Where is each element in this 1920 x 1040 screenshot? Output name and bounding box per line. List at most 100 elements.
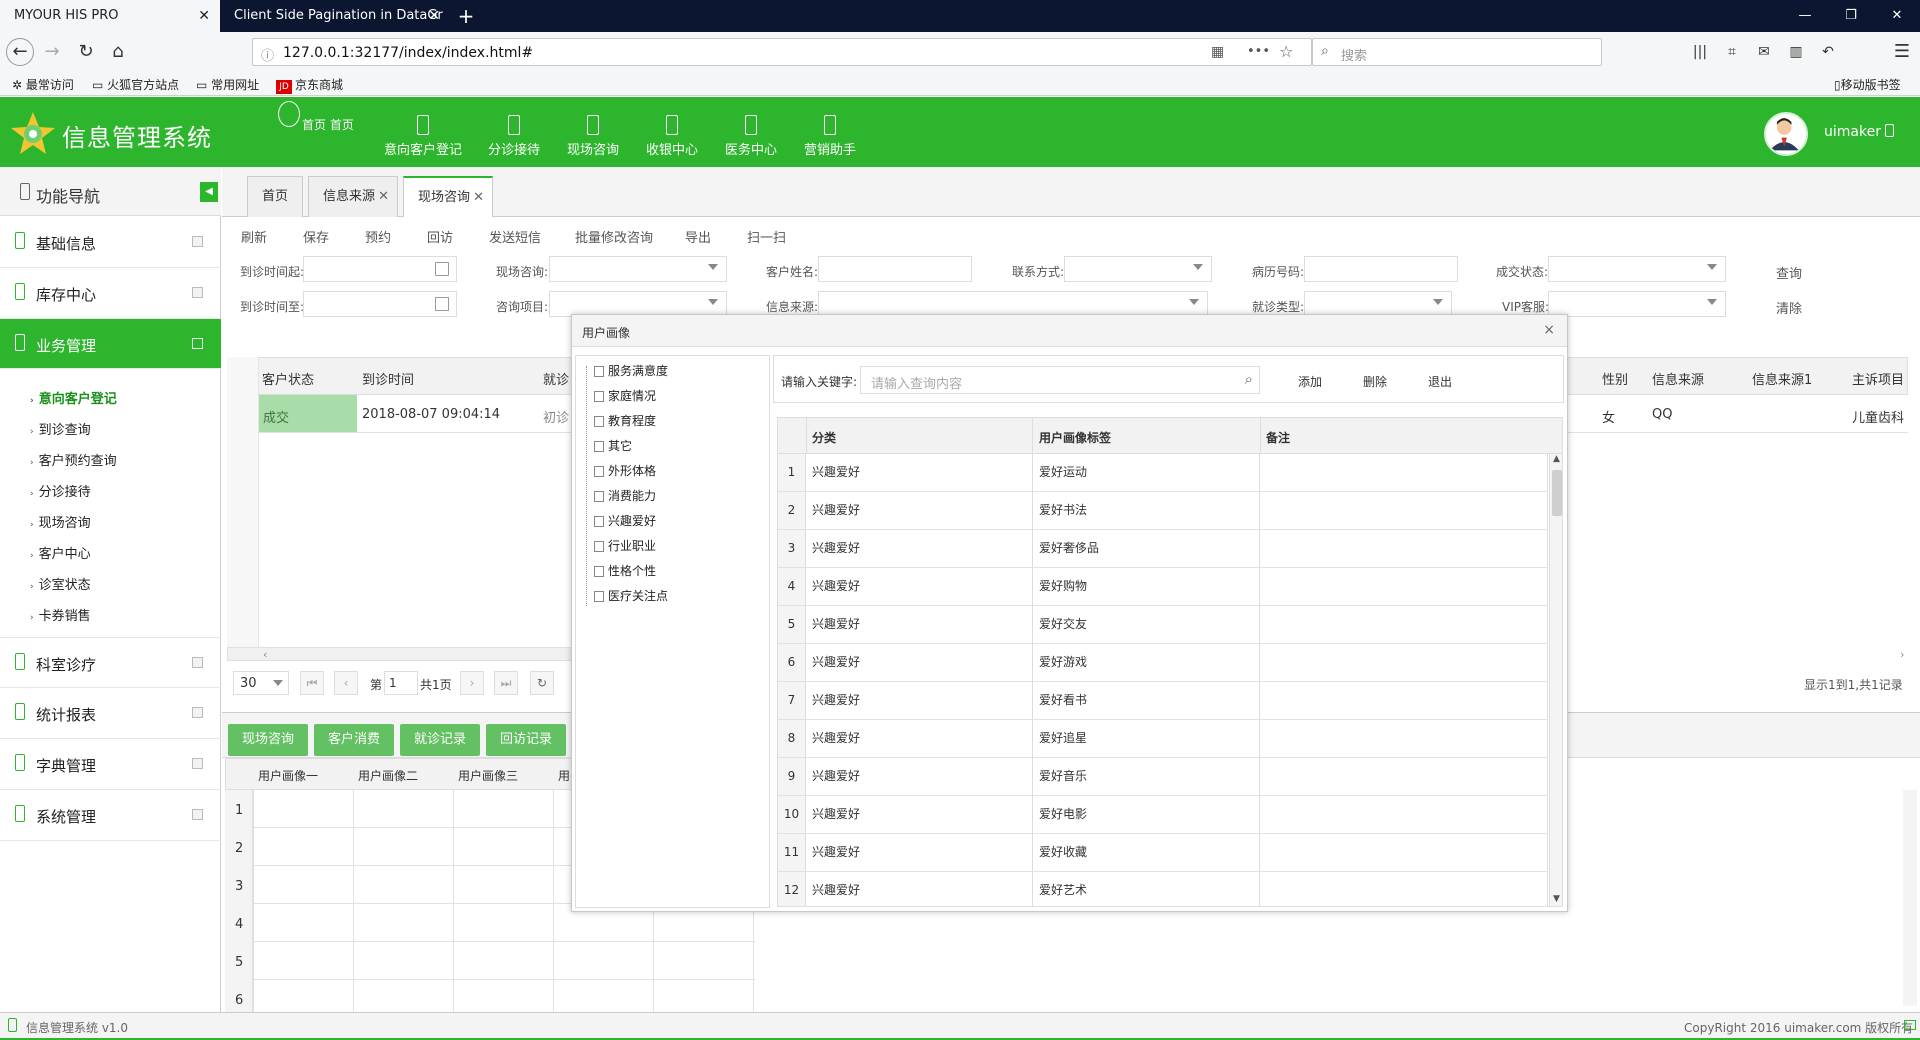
column-header[interactable]: 分类 [812,429,836,446]
page-size-select[interactable]: 30 [233,671,289,695]
table-row[interactable]: 8 兴趣爱好 爱好追星 [778,720,1548,758]
column-header[interactable]: 信息来源1 [1752,369,1812,388]
close-icon[interactable]: ✕ [473,178,484,218]
topnav-home[interactable]: 首页 首页 [268,97,358,167]
new-tab-button[interactable]: + [452,0,480,32]
tab-customer-spend[interactable]: 客户消费 [314,724,394,756]
forward-icon[interactable]: → [38,38,66,66]
add-button[interactable]: 添加 [1298,373,1322,390]
page-number-input[interactable]: 1 [384,671,418,695]
vertical-scrollbar[interactable] [1903,790,1917,1006]
arrival-start-input[interactable] [303,256,457,282]
home-icon[interactable]: ⌂ [104,38,132,66]
table-row[interactable]: 4 兴趣爱好 爱好购物 [778,568,1548,606]
table-row[interactable]: 7 兴趣爱好 爱好看书 [778,682,1548,720]
table-row[interactable]: 2 兴趣爱好 爱好书法 [778,492,1548,530]
sidebar-group-business[interactable]: 业务管理 [0,319,221,369]
sidebar-item-consult[interactable]: › 现场咨询 [30,512,91,531]
tab-home[interactable]: 首页 [247,176,303,217]
refresh-button[interactable]: 刷新 [241,227,267,246]
scrollbar-thumb[interactable] [1552,470,1562,516]
info-icon[interactable]: ⓘ [261,45,274,64]
horizontal-scrollbar[interactable] [227,647,572,661]
column-header[interactable]: 用 [558,767,570,784]
scroll-right-icon[interactable]: › [1900,648,1904,661]
tree-node[interactable]: 服务满意度 [594,362,668,379]
query-button[interactable]: 查询 [1776,263,1802,282]
scroll-left-icon[interactable]: ‹ [263,648,267,661]
browser-tab[interactable]: Client Side Pagination in DataGr ✕ [220,0,450,32]
keyword-input[interactable]: 请输入查询内容 ⌕ [860,366,1260,394]
record-number-input[interactable] [1304,256,1458,282]
sidebar-group-reports[interactable]: 统计报表 [0,688,221,739]
next-page-button[interactable]: › [460,671,484,695]
dropdown-icon[interactable] [1885,124,1895,137]
menu-icon[interactable]: ☰ [1888,38,1916,66]
more-icon[interactable]: ••• [1247,44,1270,59]
bookmark-common[interactable]: ▭ 常用网址 [196,76,259,93]
browser-tab-active[interactable]: MYOUR HIS PRO ✕ [0,0,220,32]
tree-node[interactable]: 家庭情况 [594,387,656,404]
sidebar-group-system[interactable]: 系统管理 [0,790,221,841]
bookmark-most-visited[interactable]: ✲ 最常访问 [12,76,74,93]
vertical-scrollbar[interactable]: ▲ ▼ [1549,454,1562,906]
table-row[interactable]: 12 兴趣爱好 爱好艺术 [778,872,1548,906]
contact-select[interactable] [1064,256,1212,282]
arrival-end-input[interactable] [303,291,457,317]
fullscreen-icon[interactable] [1904,1020,1916,1030]
reload-icon[interactable]: ↻ [72,38,100,66]
bookmark-mobile[interactable]: ▯移动版书签 [1834,76,1901,93]
appointment-button[interactable]: 预约 [365,227,391,246]
calendar-icon[interactable] [435,297,449,311]
table-row[interactable]: 10 兴趣爱好 爱好电影 [778,796,1548,834]
table-row[interactable]: 5 兴趣爱好 爱好交友 [778,606,1548,644]
topnav-intent-registration[interactable]: 意向客户登记 [383,97,463,167]
clear-button[interactable]: 清除 [1776,298,1802,317]
batch-edit-button[interactable]: 批量修改咨询 [575,227,653,246]
undo-icon[interactable]: ↶ [1814,38,1842,66]
username[interactable]: uimaker [1824,124,1895,140]
table-row[interactable]: 1 兴趣爱好 爱好运动 [778,454,1548,492]
column-header[interactable]: 用户画像二 [358,767,418,784]
close-icon[interactable]: ✕ [378,177,389,217]
send-sms-button[interactable]: 发送短信 [489,227,541,246]
table-row[interactable]: 9 兴趣爱好 爱好音乐 [778,758,1548,796]
column-header[interactable]: 到诊时间 [362,369,414,388]
tree-node[interactable]: 其它 [594,437,632,454]
topnav-medical[interactable]: 医务中心 [711,97,791,167]
tree-node[interactable]: 消费能力 [594,487,656,504]
table-row[interactable]: 11 兴趣爱好 爱好收藏 [778,834,1548,872]
calendar-icon[interactable] [435,262,449,276]
sidebar-group-dictionary[interactable]: 字典管理 [0,739,221,790]
scan-button[interactable]: 扫一扫 [747,227,786,246]
tree-node[interactable]: 教育程度 [594,412,656,429]
url-bar[interactable]: ⓘ 127.0.0.1:32177/index/index.html# ▦ ••… [252,38,1312,66]
column-header[interactable]: 用户画像一 [258,767,318,784]
sidebar-item-arrival-query[interactable]: › 到诊查询 [30,419,91,438]
close-tab-icon[interactable]: ✕ [428,0,440,32]
last-page-button[interactable]: ⏭ [494,671,518,695]
refresh-icon[interactable]: ↻ [530,671,554,695]
scroll-up-icon[interactable]: ▲ [1553,454,1560,464]
sidebar-group-clinic[interactable]: 科室诊疗 [0,637,221,688]
tree-node[interactable]: 兴趣爱好 [594,512,656,529]
delete-button[interactable]: 删除 [1363,373,1387,390]
table-row[interactable]: 6 兴趣爱好 爱好游戏 [778,644,1548,682]
exit-button[interactable]: 退出 [1428,373,1452,390]
sidebar-group-basic[interactable]: 基础信息 [0,217,221,268]
bookmark-jd[interactable]: JD 京东商城 [276,76,343,94]
sidebar-group-inventory[interactable]: 库存中心 [0,268,221,319]
export-button[interactable]: 导出 [685,227,711,246]
sidebar-item-triage[interactable]: › 分诊接待 [30,481,91,500]
tab-consult[interactable]: 现场咨询 ✕ [403,176,493,217]
column-header[interactable]: 信息来源 [1652,369,1704,388]
tab-info-source[interactable]: 信息来源 ✕ [308,176,398,217]
column-header[interactable]: 客户状态 [262,369,314,388]
close-icon[interactable]: × [1543,322,1555,338]
revisit-button[interactable]: 回访 [427,227,453,246]
column-header[interactable]: 用户画像三 [458,767,518,784]
sidebar-item-room-status[interactable]: › 诊室状态 [30,574,91,593]
qr-icon[interactable]: ▦ [1211,44,1224,60]
column-header[interactable]: 用户画像标签 [1039,429,1111,446]
crop-icon[interactable]: ⌗ [1718,38,1746,66]
